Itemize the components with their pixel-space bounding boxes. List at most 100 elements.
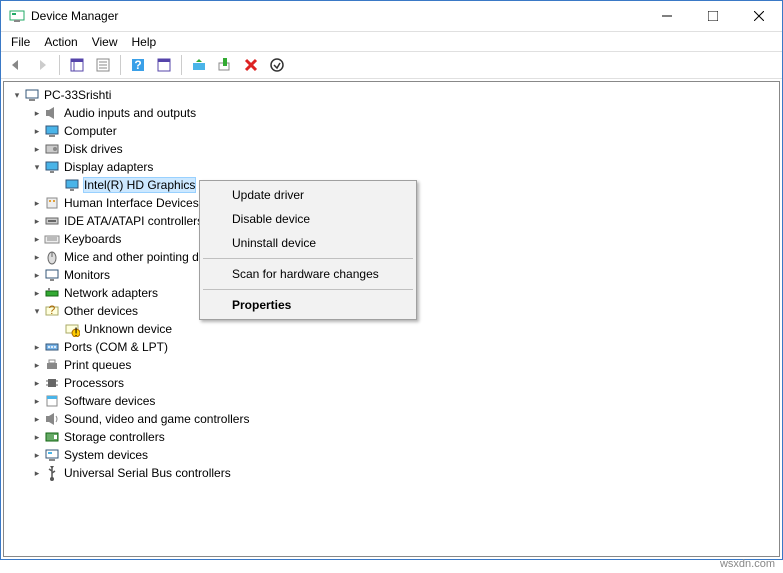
device-tree[interactable]: ▾PC-33Srishti ▸ Audio inputs and outputs ▸C… <box>3 81 780 557</box>
expand-toggle[interactable]: ▸ <box>30 414 44 425</box>
expand-toggle[interactable]: ▸ <box>30 378 44 389</box>
expand-toggle[interactable]: ▸ <box>30 144 44 155</box>
cpu-icon <box>44 375 60 391</box>
category-usb[interactable]: ▸Universal Serial Bus controllers <box>6 464 777 482</box>
node-label: Keyboards <box>64 232 121 246</box>
svg-text:?: ? <box>134 58 141 72</box>
expand-toggle[interactable]: ▸ <box>30 252 44 263</box>
node-label: Unknown device <box>84 322 172 336</box>
node-label: Ports (COM & LPT) <box>64 340 168 354</box>
update-driver-button[interactable] <box>188 54 210 76</box>
printer-icon <box>44 357 60 373</box>
titlebar: Device Manager <box>1 1 782 31</box>
node-label: Display adapters <box>64 160 153 174</box>
expand-toggle[interactable]: ▸ <box>30 342 44 353</box>
ctx-separator <box>203 289 413 290</box>
expand-toggle[interactable]: ▸ <box>30 450 44 461</box>
device-unknown[interactable]: ! Unknown device <box>6 320 777 338</box>
menu-action[interactable]: Action <box>44 35 77 49</box>
app-icon <box>9 8 25 24</box>
expand-toggle[interactable]: ▸ <box>30 216 44 227</box>
menu-view[interactable]: View <box>92 35 118 49</box>
expand-toggle[interactable]: ▾ <box>10 90 24 101</box>
ctx-properties[interactable]: Properties <box>202 293 414 317</box>
category-computer[interactable]: ▸Computer <box>6 122 777 140</box>
maximize-button[interactable] <box>690 1 736 31</box>
show-hide-tree-button[interactable] <box>66 54 88 76</box>
category-ports[interactable]: ▸ Ports (COM & LPT) <box>6 338 777 356</box>
node-label: System devices <box>64 448 148 462</box>
node-label: Monitors <box>64 268 110 282</box>
expand-toggle[interactable]: ▸ <box>30 468 44 479</box>
ctx-uninstall-device[interactable]: Uninstall device <box>202 231 414 255</box>
close-button[interactable] <box>736 1 782 31</box>
other-icon: ? <box>44 303 60 319</box>
ctx-update-driver[interactable]: Update driver <box>202 183 414 207</box>
toolbar: ? <box>1 51 782 79</box>
expand-toggle[interactable]: ▸ <box>30 288 44 299</box>
display-icon <box>64 177 80 193</box>
help-button[interactable]: ? <box>127 54 149 76</box>
expand-toggle[interactable]: ▸ <box>30 396 44 407</box>
mouse-icon <box>44 249 60 265</box>
expand-toggle[interactable]: ▾ <box>30 306 44 317</box>
node-label: Software devices <box>64 394 155 408</box>
category-system[interactable]: ▸ System devices <box>6 446 777 464</box>
ctx-disable-device[interactable]: Disable device <box>202 207 414 231</box>
category-printer[interactable]: ▸ Print queues <box>6 356 777 374</box>
expand-toggle[interactable]: ▸ <box>30 360 44 371</box>
category-cpu[interactable]: ▸Processors <box>6 374 777 392</box>
scan-hardware-button[interactable] <box>214 54 236 76</box>
toolbar-separator <box>181 55 182 75</box>
properties-button[interactable] <box>92 54 114 76</box>
storage-icon <box>44 429 60 445</box>
svg-text:?: ? <box>49 303 56 317</box>
uninstall-button[interactable] <box>240 54 262 76</box>
ctx-separator <box>203 258 413 259</box>
system-icon <box>44 447 60 463</box>
expand-toggle[interactable]: ▾ <box>30 162 44 173</box>
node-label: Intel(R) HD Graphics <box>84 178 195 192</box>
watermark: wsxdn.com <box>0 558 783 570</box>
window-title: Device Manager <box>31 9 644 23</box>
ports-icon <box>44 339 60 355</box>
disable-button[interactable] <box>266 54 288 76</box>
back-button[interactable] <box>5 54 27 76</box>
category-disk[interactable]: ▸ Disk drives <box>6 140 777 158</box>
forward-button[interactable] <box>31 54 53 76</box>
node-label: Disk drives <box>64 142 123 156</box>
category-audio[interactable]: ▸ Audio inputs and outputs <box>6 104 777 122</box>
ctx-scan-hardware[interactable]: Scan for hardware changes <box>202 262 414 286</box>
expand-toggle[interactable]: ▸ <box>30 198 44 209</box>
context-menu: Update driver Disable device Uninstall d… <box>199 180 417 320</box>
node-label: Other devices <box>64 304 138 318</box>
node-label: Storage controllers <box>64 430 165 444</box>
expand-toggle[interactable]: ▸ <box>30 432 44 443</box>
menu-file[interactable]: File <box>11 35 30 49</box>
device-manager-window: Device Manager File Action View Help ? ▾… <box>0 0 783 560</box>
category-software[interactable]: ▸ Software devices <box>6 392 777 410</box>
node-label: Print queues <box>64 358 131 372</box>
unknown-icon: ! <box>64 321 80 337</box>
hid-icon <box>44 195 60 211</box>
action-button[interactable] <box>153 54 175 76</box>
root-node[interactable]: ▾PC-33Srishti <box>6 86 777 104</box>
expand-toggle[interactable]: ▸ <box>30 126 44 137</box>
minimize-button[interactable] <box>644 1 690 31</box>
network-icon <box>44 285 60 301</box>
ide-icon <box>44 213 60 229</box>
expand-toggle[interactable]: ▸ <box>30 108 44 119</box>
category-sound[interactable]: ▸Sound, video and game controllers <box>6 410 777 428</box>
category-storage[interactable]: ▸ Storage controllers <box>6 428 777 446</box>
toolbar-separator <box>59 55 60 75</box>
expand-toggle[interactable]: ▸ <box>30 234 44 245</box>
node-label: Human Interface Devices <box>64 196 199 210</box>
menubar: File Action View Help <box>1 31 782 51</box>
node-label: Network adapters <box>64 286 158 300</box>
menu-help[interactable]: Help <box>132 35 157 49</box>
software-icon <box>44 393 60 409</box>
category-display[interactable]: ▾ Display adapters <box>6 158 777 176</box>
sound-icon <box>44 411 60 427</box>
expand-toggle[interactable]: ▸ <box>30 270 44 281</box>
node-label: Audio inputs and outputs <box>64 106 196 120</box>
